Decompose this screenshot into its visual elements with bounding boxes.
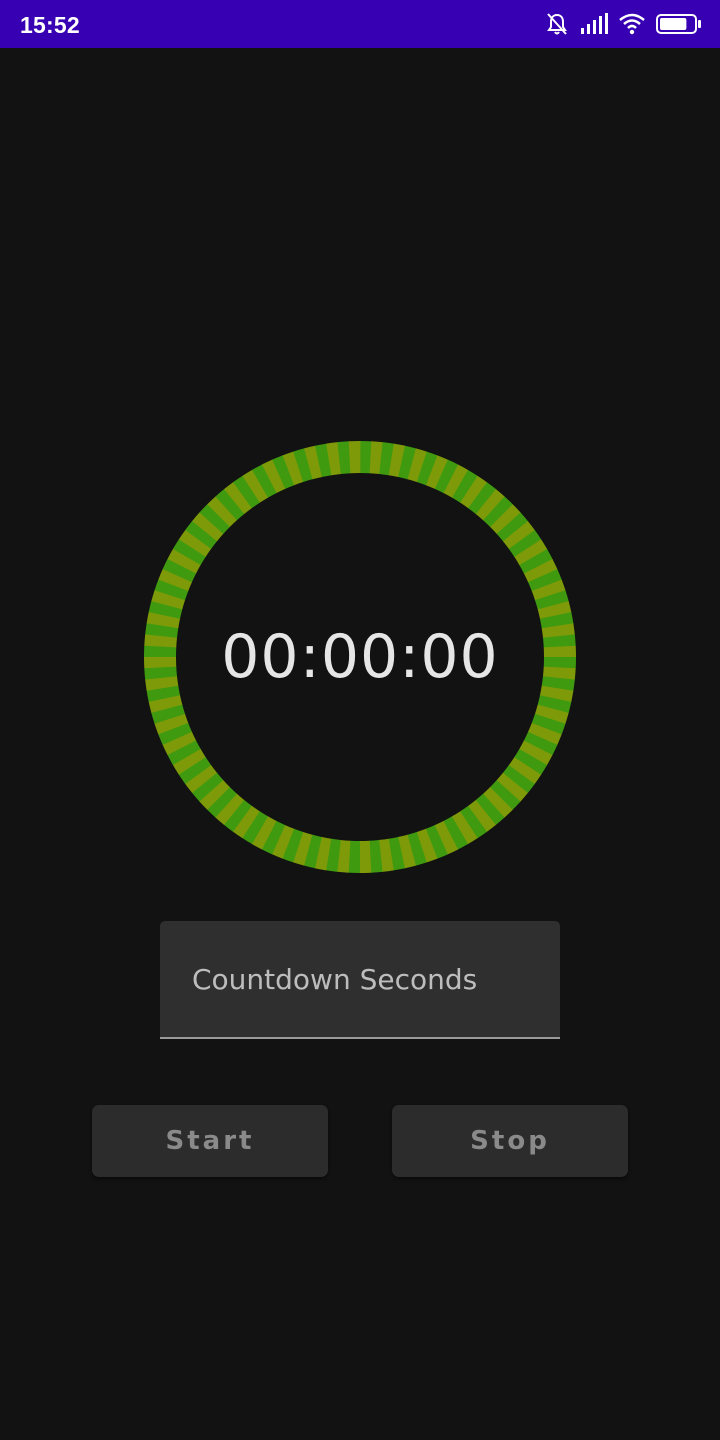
status-icons (544, 10, 702, 38)
timer-display: 00:00:00 (221, 622, 499, 692)
progress-ring: 00:00:00 (143, 440, 577, 874)
start-button[interactable]: Start (92, 1105, 328, 1177)
mute-icon (544, 11, 570, 37)
countdown-seconds-input[interactable] (160, 921, 560, 1037)
status-bar: 15:52 (0, 0, 720, 48)
status-time: 15:52 (20, 12, 80, 38)
signal-icon (580, 13, 608, 35)
stop-button[interactable]: Stop (392, 1105, 628, 1177)
battery-icon (656, 13, 702, 35)
countdown-seconds-field[interactable] (160, 921, 560, 1039)
wifi-icon (618, 13, 646, 35)
